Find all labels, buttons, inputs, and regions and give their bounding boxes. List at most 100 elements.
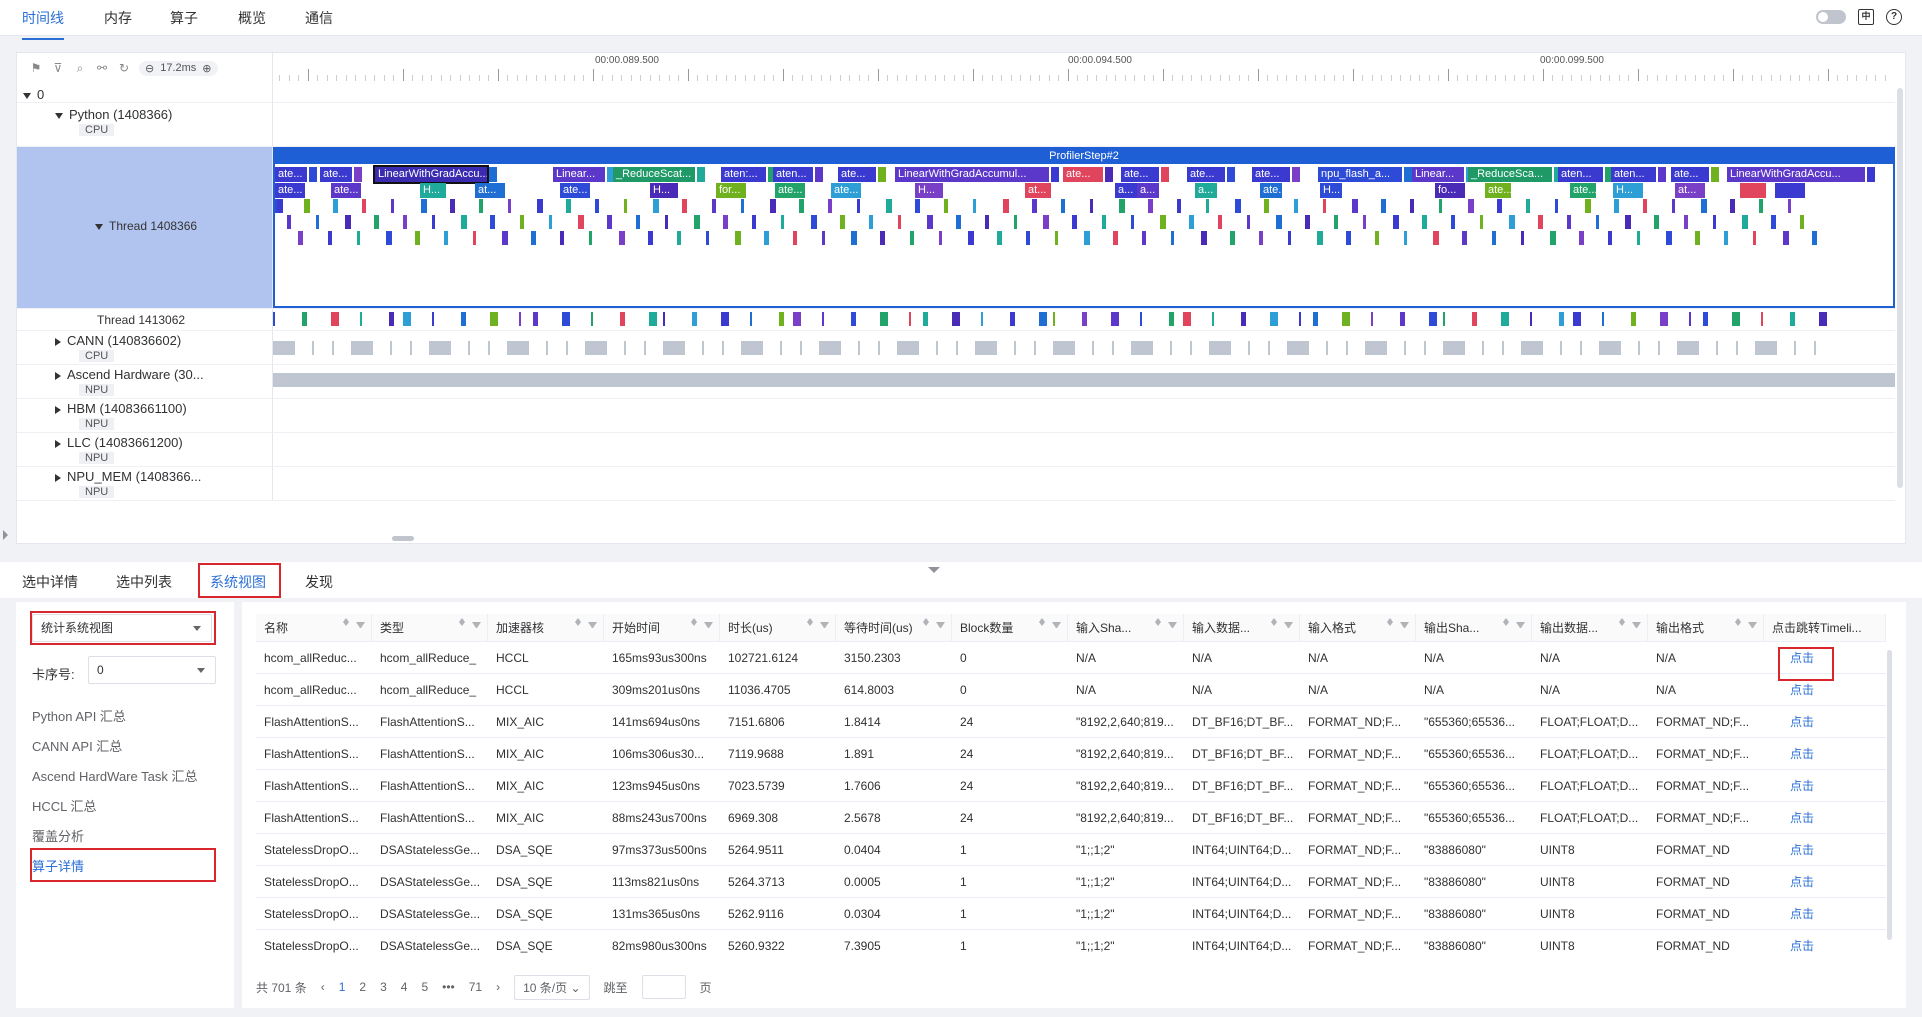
thread-mark[interactable] — [851, 312, 856, 326]
jump-timeline-link[interactable]: 点击 — [1764, 866, 1886, 898]
thread-mark[interactable] — [663, 312, 665, 326]
flame-block-deep[interactable] — [333, 199, 339, 213]
thread-mark[interactable] — [822, 312, 824, 326]
thread-mark[interactable] — [591, 312, 593, 326]
tab-communication[interactable]: 通信 — [305, 8, 333, 28]
column-header[interactable]: 输入格式 — [1300, 614, 1416, 642]
thread-mark[interactable] — [1761, 312, 1763, 326]
flame-block-deep[interactable] — [1043, 215, 1050, 229]
flame-block[interactable]: ate... — [560, 183, 590, 198]
thread-mark[interactable] — [1241, 312, 1246, 326]
cann-mark[interactable] — [955, 341, 958, 355]
column-header[interactable]: 名称 — [256, 614, 372, 642]
flame-block-deep[interactable] — [1741, 215, 1748, 229]
jump-timeline-link[interactable]: 点击 — [1764, 898, 1886, 930]
flame-block-deep[interactable] — [752, 215, 757, 229]
cann-mark[interactable] — [448, 341, 451, 355]
cann-mark[interactable] — [1618, 341, 1621, 355]
thread-mark[interactable] — [273, 312, 275, 326]
flame-block-deep[interactable] — [711, 199, 716, 213]
flame-block-deep[interactable] — [1497, 199, 1503, 213]
cann-mark[interactable] — [1579, 341, 1582, 355]
flame-block-deep[interactable] — [1666, 231, 1673, 245]
item-python-api[interactable]: Python API 汇总 — [32, 706, 126, 725]
filter-icon[interactable] — [356, 622, 365, 632]
thread-mark[interactable] — [432, 312, 434, 326]
flame-block-deep[interactable] — [1625, 215, 1632, 229]
thread-mark[interactable] — [1270, 312, 1278, 326]
cann-mark[interactable] — [1228, 341, 1231, 355]
cann-mark[interactable] — [1189, 341, 1192, 355]
tree-root[interactable]: 0 — [17, 83, 272, 103]
flame-block-deep[interactable] — [985, 215, 990, 229]
flame-block-deep[interactable] — [682, 199, 688, 213]
expand-caret-icon[interactable] — [23, 92, 31, 99]
thread-mark[interactable] — [1819, 312, 1827, 326]
flame-block-deep[interactable] — [839, 215, 845, 229]
flame-block-deep[interactable] — [827, 199, 832, 213]
cann-mark[interactable] — [1657, 341, 1660, 355]
flame-block-deep[interactable] — [414, 231, 420, 245]
flame-block-deep[interactable] — [362, 199, 367, 213]
flame-block[interactable]: LinearWithGradAccumul... — [895, 167, 1049, 182]
flame-block[interactable] — [1740, 183, 1766, 198]
flame-block-deep[interactable] — [1346, 231, 1351, 245]
sort-icon[interactable] — [575, 618, 581, 626]
cann-mark[interactable] — [1170, 341, 1172, 355]
flame-block-deep[interactable] — [478, 199, 483, 213]
thread-mark[interactable] — [1183, 312, 1191, 326]
flame-block-deep[interactable] — [996, 231, 1002, 245]
flame-block-deep[interactable] — [1421, 215, 1427, 229]
flame-block-deep[interactable] — [1159, 215, 1166, 229]
thread-mark[interactable] — [1602, 312, 1604, 326]
flame-block-deep[interactable] — [1712, 215, 1716, 229]
thread-mark[interactable] — [779, 312, 784, 326]
flame-block-deep[interactable] — [1060, 199, 1065, 213]
row-npu-mem[interactable]: NPU_MEM (1408366... NPU — [17, 467, 272, 501]
column-header[interactable]: 输入Sha... — [1068, 614, 1184, 642]
flame-block[interactable]: aten... — [1558, 167, 1603, 182]
cann-mark[interactable] — [1813, 341, 1816, 355]
thread-mark[interactable] — [1039, 312, 1047, 326]
thread-mark[interactable] — [1631, 312, 1636, 326]
flame-block-deep[interactable] — [1014, 215, 1018, 229]
flame-block-deep[interactable] — [1363, 215, 1367, 229]
flame-block-deep[interactable] — [286, 215, 291, 229]
language-icon[interactable]: 中 — [1858, 9, 1874, 25]
flame-block-small[interactable] — [815, 167, 823, 182]
cann-mark[interactable] — [877, 341, 880, 355]
thread-mark[interactable] — [1660, 312, 1668, 326]
thread-mark[interactable] — [923, 312, 928, 326]
cann-mark[interactable] — [1696, 341, 1699, 355]
flame-block-deep[interactable] — [1305, 215, 1311, 229]
flame-block-small[interactable] — [1227, 167, 1235, 182]
flame-block[interactable]: ate... — [831, 183, 861, 198]
flame-block-deep[interactable] — [909, 231, 914, 245]
flame-block-deep[interactable] — [1671, 199, 1675, 213]
column-header[interactable]: 类型 — [372, 614, 488, 642]
cann-mark[interactable] — [1794, 341, 1796, 355]
sort-icon[interactable] — [807, 618, 813, 626]
cann-mark[interactable] — [1345, 341, 1348, 355]
flame-block-deep[interactable] — [764, 231, 769, 245]
thread-mark[interactable] — [1790, 312, 1795, 326]
flame-block-deep[interactable] — [973, 199, 977, 213]
row-ascend[interactable]: Ascend Hardware (30... NPU — [17, 365, 272, 399]
thread-mark[interactable] — [1342, 312, 1350, 326]
thread-mark[interactable] — [490, 312, 498, 326]
flame-block-small[interactable] — [1292, 167, 1300, 182]
flame-block-deep[interactable] — [374, 215, 379, 229]
row-cann[interactable]: CANN (140836602) CPU — [17, 331, 272, 365]
cann-mark[interactable] — [858, 341, 860, 355]
flame-block-deep[interactable] — [490, 215, 496, 229]
flame-block[interactable]: Linear... — [1412, 167, 1464, 182]
flame-block-small[interactable] — [697, 167, 705, 182]
flame-block[interactable]: fo... — [1435, 183, 1465, 198]
flame-block-small[interactable] — [1404, 167, 1412, 182]
cann-mark[interactable] — [1735, 341, 1738, 355]
table-vscroll[interactable] — [1887, 650, 1892, 940]
flame-block-deep[interactable] — [1782, 231, 1789, 245]
flame-block-deep[interactable] — [1450, 215, 1455, 229]
panel-splitter-icon[interactable] — [928, 567, 940, 573]
jump-timeline-link[interactable]: 点击 — [1764, 738, 1886, 770]
